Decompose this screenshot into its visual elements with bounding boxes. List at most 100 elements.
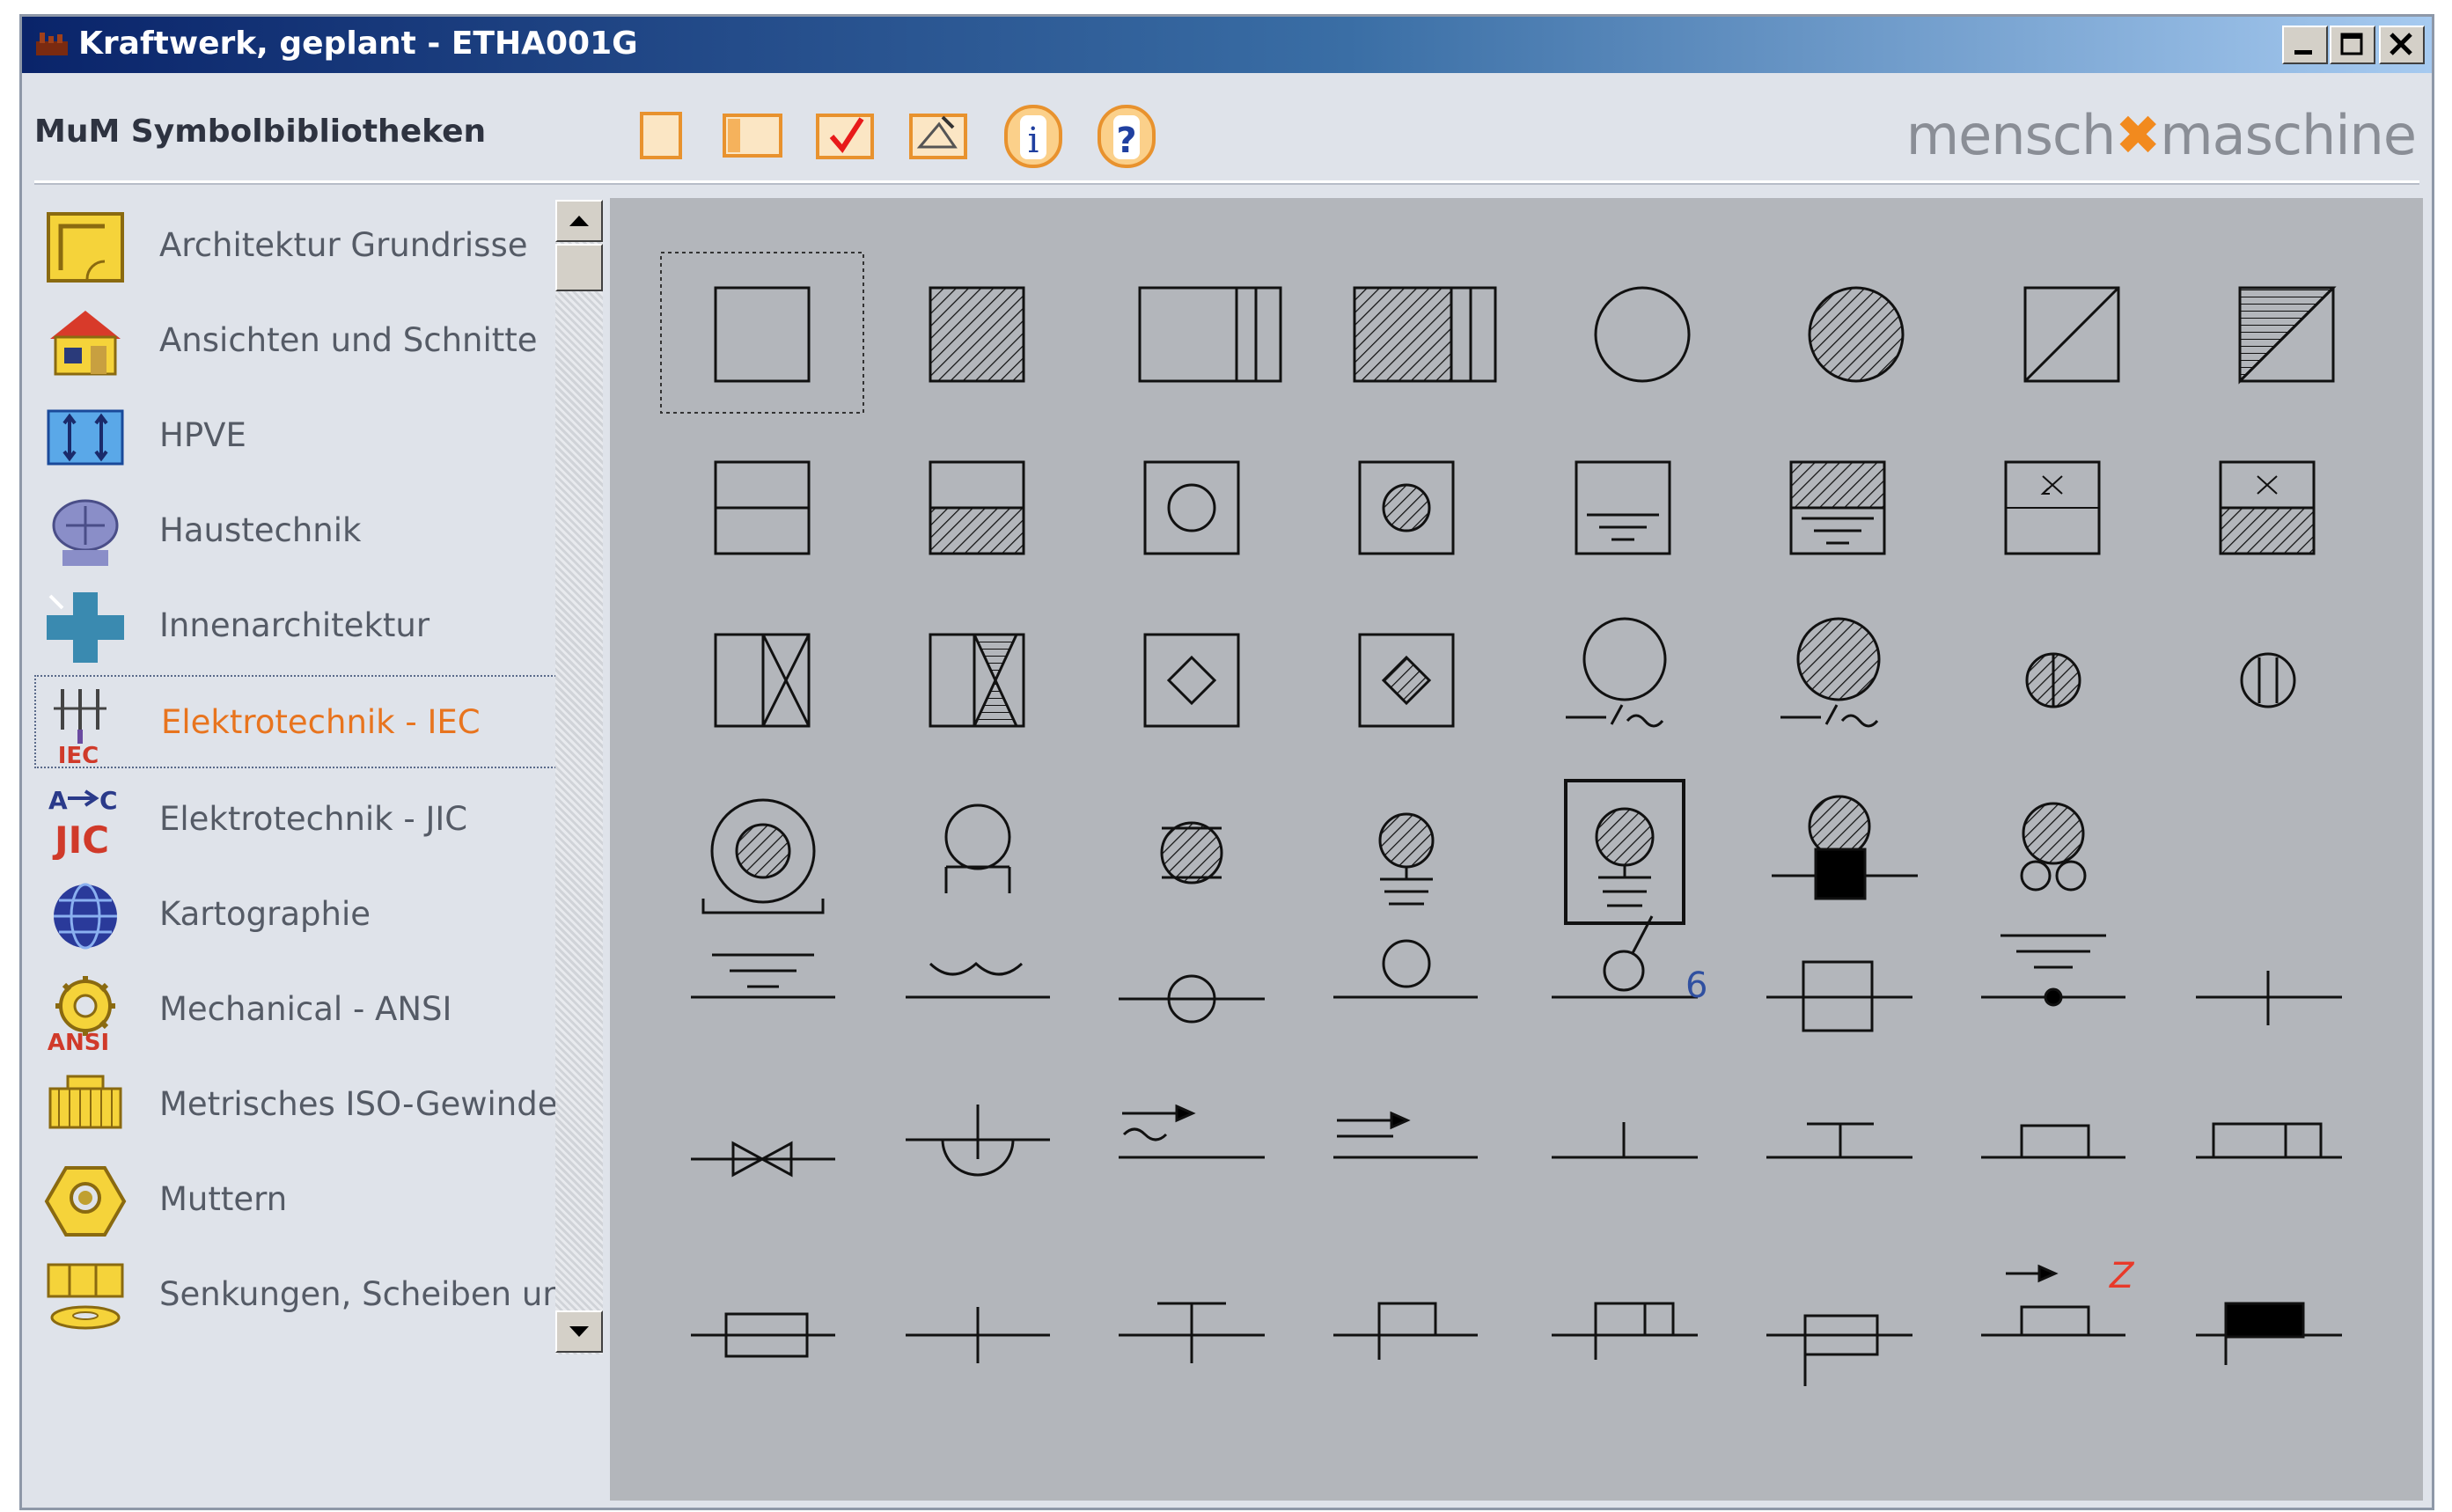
cross-icon [47,592,124,663]
new-button[interactable] [629,103,696,166]
edit-button[interactable] [906,103,973,166]
category-item[interactable]: HPVE [34,390,562,478]
symbol-cell[interactable] [1552,1122,1698,1159]
symbol-cell[interactable] [1358,460,1455,555]
category-item[interactable]: Architektur Grundrisse [34,200,562,288]
symbol-cell[interactable] [2025,652,2081,708]
minimize-button[interactable] [2282,26,2328,64]
category-list: Architektur Grundrisse Ansichten und Sch… [34,200,569,1360]
symbol-cell[interactable] [1766,960,1912,1032]
category-item[interactable]: ANSI Mechanical - ANSI [34,964,562,1052]
category-item[interactable]: Muttern [34,1154,562,1242]
house-icon [50,311,121,376]
symbol-cell[interactable] [1981,1264,2125,1337]
symbol-cell[interactable] [944,804,1011,893]
symbol-cell[interactable] [1766,1314,1912,1386]
info-icon: i [1004,105,1062,168]
symbol-cell[interactable] [1780,617,1881,728]
svg-text:ANSI: ANSI [48,1030,109,1050]
symbol-cell[interactable] [2004,460,2101,555]
symbol-cell[interactable] [1119,1302,1265,1363]
symbol-cell[interactable] [1575,460,1671,555]
symbol-cell[interactable] [1119,1104,1265,1159]
svg-text:i: i [1028,121,1039,161]
symbol-cell[interactable] [1353,286,1497,383]
app-toolbar: MuM Symbolbibliotheken i ? mensch✖maschi… [22,73,2432,179]
scroll-down-button[interactable] [555,1310,603,1353]
symbol-cell[interactable] [1378,812,1435,906]
symbol-cell[interactable] [1808,286,1905,383]
monitor-icon [52,499,119,566]
symbol-cell[interactable] [929,286,1025,383]
info-button[interactable]: i [1001,103,1068,168]
symbol-cell[interactable] [2020,802,2087,892]
symbol-cell[interactable] [714,460,811,555]
check-icon [816,114,874,159]
category-item[interactable]: Innenarchitektur [34,580,562,668]
symbol-label-z: Z [2109,1256,2135,1296]
symbol-cell[interactable] [1119,974,1265,1024]
symbol-cell[interactable] [1138,286,1282,383]
title-bar[interactable]: Kraftwerk, geplant - ETHA001G [22,17,2432,73]
category-item[interactable]: Kartographie [34,869,562,957]
symbol-cell[interactable] [906,1105,1050,1177]
symbol-cell[interactable] [1358,633,1455,728]
symbol-cell[interactable] [906,961,1050,999]
sidebar-scrollbar[interactable] [555,200,603,1354]
category-item-selected[interactable]: IEC Elektrotechnik - IEC [34,675,562,768]
window-title: Kraftwerk, geplant - ETHA001G [78,26,638,62]
symbol-cell[interactable] [1566,617,1667,728]
symbol-cell[interactable] [701,798,825,914]
symbol-cell[interactable] [1143,633,1240,728]
panel-button[interactable] [719,103,786,166]
symbol-cell[interactable] [1766,1122,1912,1159]
symbol-cell[interactable] [1160,821,1223,884]
symbol-cell[interactable] [691,1141,835,1178]
symbol-cell[interactable] [1143,460,1240,555]
category-label: Haustechnik [159,511,362,549]
check-button[interactable] [812,103,879,166]
symbol-cell[interactable] [1552,915,1698,999]
edit-icon [909,114,967,159]
toolbar-divider [34,180,2419,185]
symbol-cell-selected[interactable] [660,252,864,414]
scroll-thumb[interactable] [555,244,603,291]
help-button[interactable]: ? [1094,103,1161,168]
symbol-cell[interactable] [691,953,835,999]
symbol-cell[interactable] [1772,795,1918,900]
category-item[interactable]: Haustechnik [34,485,562,573]
symbol-cell[interactable] [929,633,1025,728]
symbol-cell[interactable] [2023,286,2120,383]
category-label: Elektrotechnik - IEC [161,703,481,741]
symbol-cell[interactable] [1333,939,1478,999]
symbol-cell[interactable] [2240,652,2296,708]
category-item[interactable]: Ansichten und Schnitte [34,295,562,383]
symbol-cell[interactable] [1789,460,1886,555]
symbol-cell[interactable] [1552,1302,1698,1360]
new-icon [640,112,682,159]
category-item[interactable]: Metrisches ISO-Gewinde [34,1059,562,1147]
symbol-cell[interactable] [1333,1302,1478,1360]
symbol-cell[interactable] [929,460,1025,555]
symbol-cell[interactable] [2196,1302,2342,1365]
symbol-cell[interactable] [2196,971,2342,1025]
symbol-cell[interactable] [2219,460,2316,555]
panel-icon [723,114,782,158]
arrow-up-icon [569,216,589,226]
symbol-cell[interactable] [1981,934,2125,1007]
symbol-cell[interactable] [2238,286,2337,385]
category-item[interactable]: Senkungen, Scheiben und Du [34,1249,569,1337]
symbol-cell[interactable] [714,633,811,728]
floorplan-icon [47,212,124,283]
symbol-cell[interactable] [1981,1124,2125,1159]
maximize-button[interactable] [2330,26,2375,64]
symbol-cell[interactable] [691,1312,835,1358]
symbol-cell[interactable] [1564,779,1685,925]
scroll-up-button[interactable] [555,200,603,242]
close-button[interactable] [2379,26,2425,64]
symbol-cell[interactable] [1594,286,1691,383]
symbol-cell[interactable] [2196,1122,2342,1159]
category-item[interactable]: A C JIC Elektrotechnik - JIC [34,774,562,862]
symbol-cell[interactable] [1333,1111,1478,1159]
symbol-cell[interactable] [906,1307,1050,1363]
